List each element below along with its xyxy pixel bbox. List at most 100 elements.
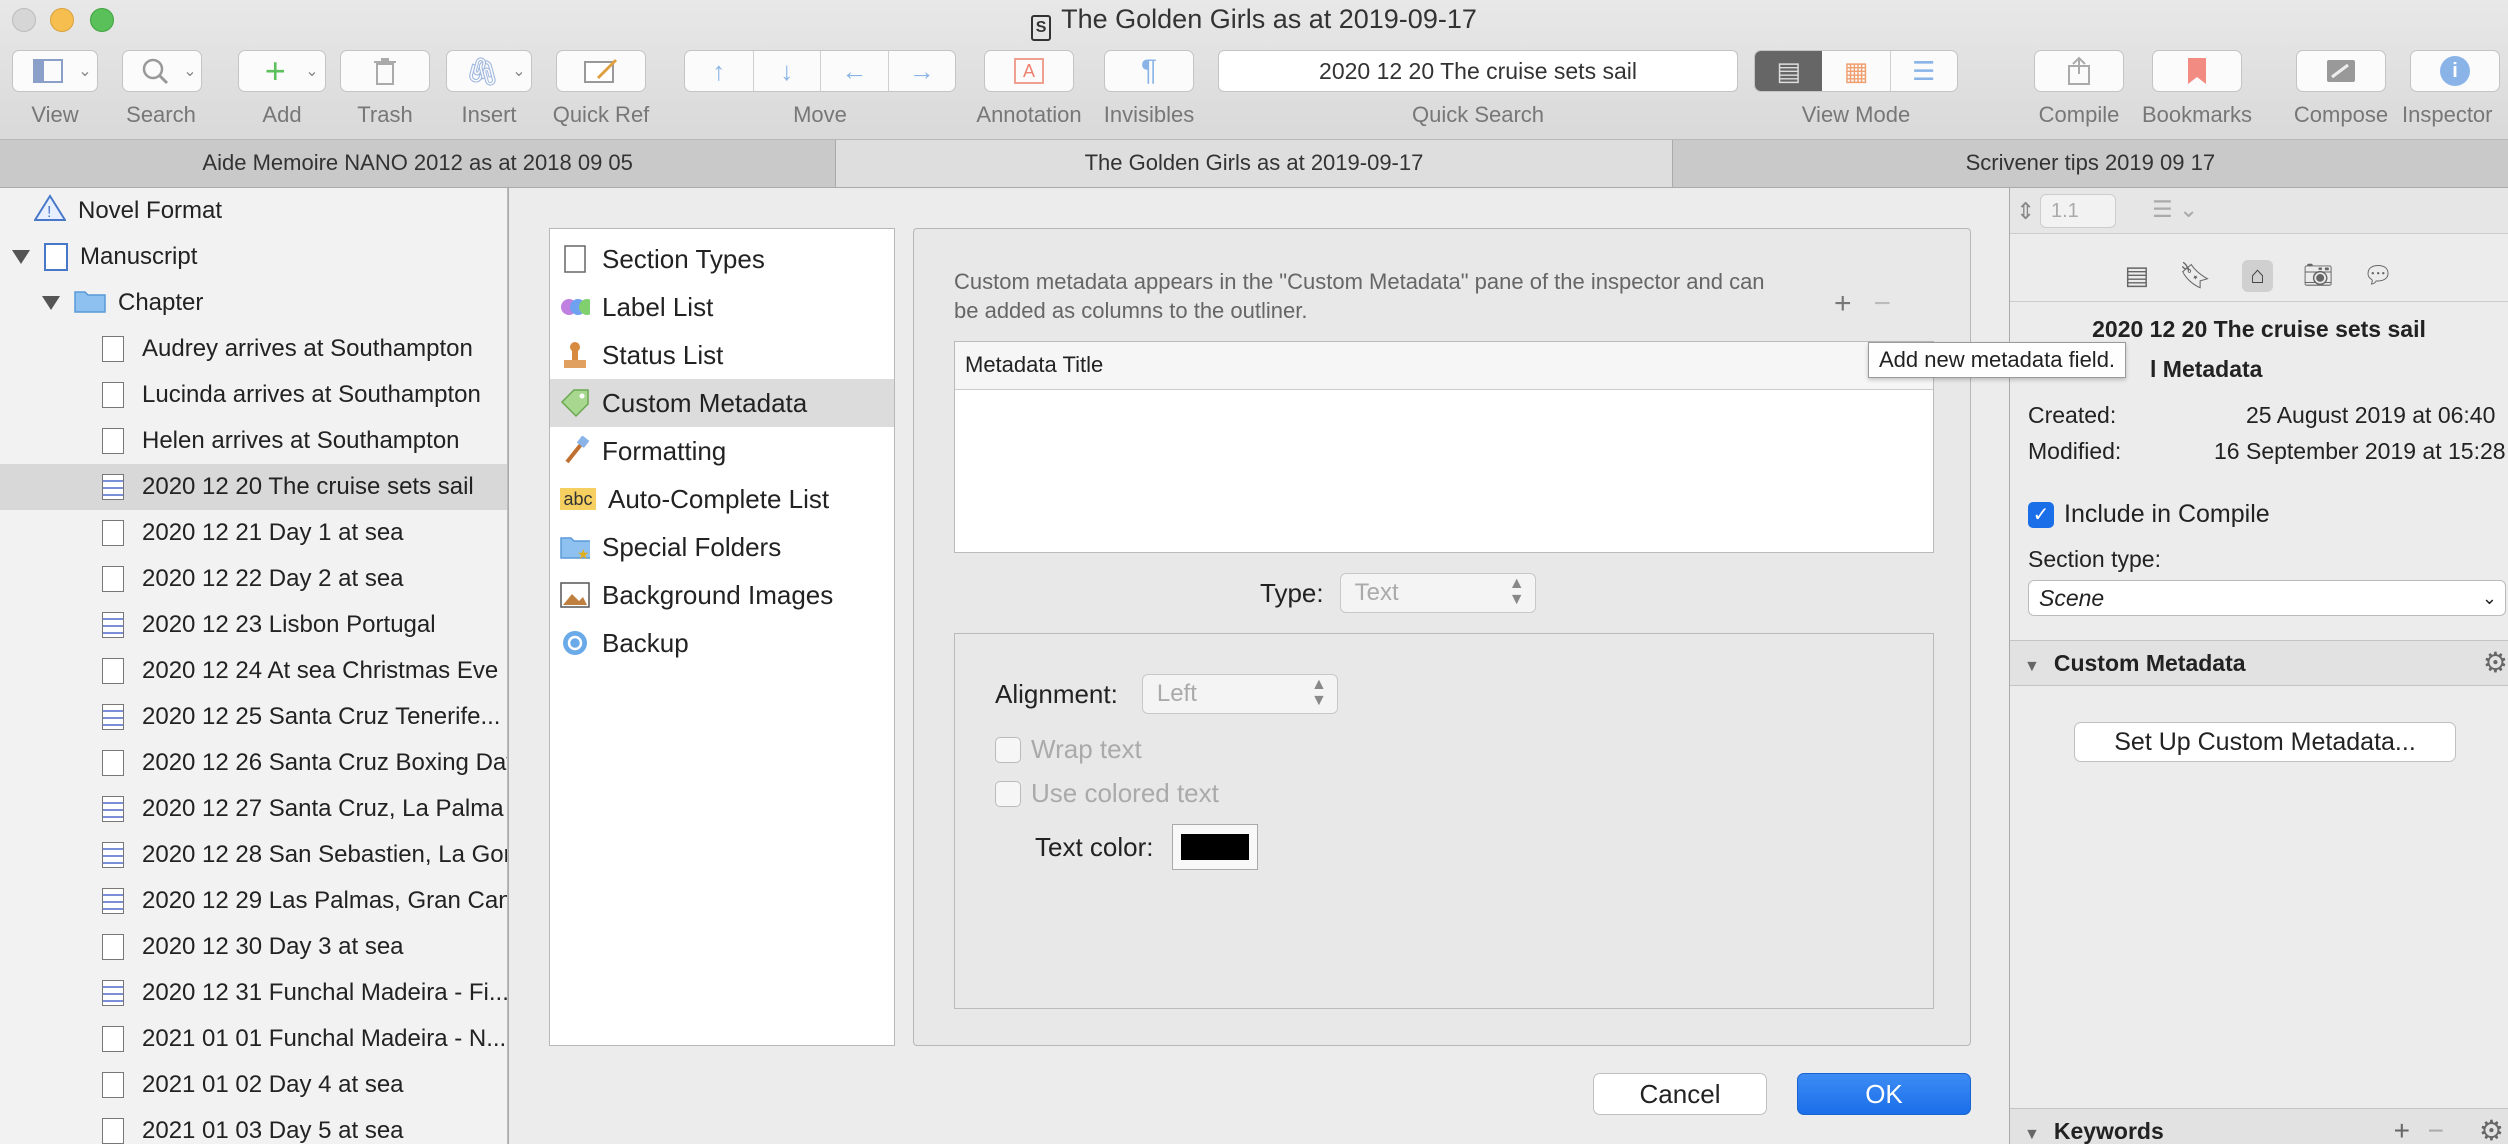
type-select[interactable]: Text ▲ ▼ <box>1339 573 1536 613</box>
view-layout-icon <box>18 51 78 91</box>
binder-item-document[interactable]: Helen arrives at Southampton <box>0 418 507 464</box>
metadata-title-column-header[interactable]: Metadata Title <box>955 342 1933 390</box>
tab-aide-memoire[interactable]: Aide Memoire NANO 2012 as at 2018 09 05 <box>0 140 837 187</box>
binder-item-document[interactable]: 2020 12 22 Day 2 at sea <box>0 556 507 602</box>
move-left-button[interactable]: ← <box>820 51 888 91</box>
metadata-tag-icon[interactable]: ⌂ <box>2242 259 2273 292</box>
text-document-icon <box>102 980 124 1006</box>
list-format-button[interactable]: ☰ ⌄ <box>2152 196 2198 223</box>
category-custom-metadata[interactable]: Custom Metadata <box>550 379 894 427</box>
share-icon <box>2067 51 2091 91</box>
category-status-list[interactable]: Status List <box>550 331 894 379</box>
move-right-button[interactable]: → <box>887 51 956 91</box>
compile-button[interactable] <box>2034 50 2124 92</box>
snapshot-camera-icon[interactable]: 📷︎ <box>2303 261 2333 290</box>
binder-item-document[interactable]: 2020 12 27 Santa Cruz, La Palma <box>0 786 507 832</box>
disclosure-triangle-icon[interactable]: ▼ <box>2024 658 2040 675</box>
metadata-description: Custom metadata appears in the "Custom M… <box>954 269 1765 323</box>
binder-item-document[interactable]: 2020 12 24 At sea Christmas Eve <box>0 648 507 694</box>
binder-item-document[interactable]: 2021 01 02 Day 4 at sea <box>0 1062 507 1108</box>
binder-item-document[interactable]: 2021 01 03 Day 5 at sea <box>0 1108 507 1144</box>
use-colored-text-checkbox[interactable] <box>995 780 1021 807</box>
inspector-button[interactable]: i <box>2410 50 2500 92</box>
notes-icon[interactable]: ▤ <box>2124 260 2149 291</box>
add-keyword-button[interactable]: + <box>2394 1109 2410 1144</box>
add-field-tooltip: Add new metadata field. <box>1868 342 2127 378</box>
category-section-types[interactable]: Section Types <box>550 235 894 283</box>
compose-button[interactable] <box>2296 50 2386 92</box>
binder-item-document[interactable]: 2021 01 01 Funchal Madeira - N... <box>0 1016 507 1062</box>
comments-icon[interactable]: 💬︎ <box>2363 261 2393 290</box>
binder-item-document[interactable]: 2020 12 23 Lisbon Portugal <box>0 602 507 648</box>
binder-item-document[interactable]: 2020 12 21 Day 1 at sea <box>0 510 507 556</box>
binder-item-document[interactable]: Lucinda arrives at Southampton <box>0 372 507 418</box>
quick-ref-button[interactable] <box>556 50 646 92</box>
binder-item-document[interactable]: 2020 12 26 Santa Cruz Boxing Day <box>0 740 507 786</box>
binder-item-label: 2020 12 23 Lisbon Portugal <box>142 611 436 638</box>
quick-search-field[interactable]: 2020 12 20 The cruise sets sail <box>1218 50 1738 92</box>
remove-keyword-button[interactable]: − <box>2428 1109 2444 1144</box>
tab-scrivener-tips[interactable]: Scrivener tips 2019 09 17 <box>1673 140 2508 187</box>
stamp-icon <box>560 340 590 370</box>
binder-item-document[interactable]: 2020 12 28 San Sebastien, La Gomera <box>0 832 507 878</box>
trash-button[interactable] <box>340 50 430 92</box>
binder-item-document[interactable]: 2020 12 25 Santa Cruz Tenerife... <box>0 694 507 740</box>
metadata-fields-table[interactable]: Metadata Title <box>954 341 1934 553</box>
include-in-compile-row: ✓ Include in Compile <box>2028 500 2270 529</box>
corkboard-mode-button[interactable]: ▦ <box>1822 51 1889 91</box>
gear-icon[interactable]: ⚙ <box>2479 1109 2504 1144</box>
category-background-images[interactable]: Background Images <box>550 571 894 619</box>
category-formatting[interactable]: Formatting <box>550 427 894 475</box>
move-down-button[interactable]: ↓ <box>752 51 821 91</box>
tab-golden-girls[interactable]: The Golden Girls as at 2019-09-17 <box>836 140 1673 187</box>
section-type-select[interactable]: Scene ⌄ <box>2028 580 2506 616</box>
binder-item-document[interactable]: Audrey arrives at Southampton <box>0 326 507 372</box>
remove-metadata-button[interactable]: − <box>1874 287 1892 320</box>
bookmark-icon[interactable]: 🔖︎ <box>2179 260 2212 291</box>
add-metadata-button[interactable]: + <box>1834 287 1852 320</box>
keywords-header[interactable]: ▼ Keywords + − ⚙ <box>2010 1108 2508 1144</box>
gear-icon[interactable]: ⚙ <box>2483 641 2508 685</box>
cancel-button[interactable]: Cancel <box>1593 1073 1767 1115</box>
text-document-icon <box>102 842 124 868</box>
category-label-list[interactable]: Label List <box>550 283 894 331</box>
disclosure-triangle-icon[interactable]: ▼ <box>2024 1126 2040 1143</box>
binder-item-document[interactable]: 2020 12 31 Funchal Madeira - Fi... <box>0 970 508 1016</box>
category-auto-complete-list[interactable]: abc Auto-Complete List <box>550 475 894 523</box>
binder-item-chapter[interactable]: Chapter <box>0 280 507 326</box>
wrap-text-checkbox[interactable] <box>995 736 1021 763</box>
search-button[interactable]: ⌄ <box>122 50 202 92</box>
alignment-select[interactable]: Left ▲ ▼ <box>1141 674 1338 714</box>
insert-button[interactable]: 🖇 ⌄ <box>446 50 532 92</box>
pilcrow-icon: ¶ <box>1140 54 1158 87</box>
custom-metadata-header[interactable]: ▼ Custom Metadata ⚙ <box>2010 640 2508 686</box>
line-spacing-select[interactable]: 1.1 <box>2040 194 2116 228</box>
binder-item-label: 2020 12 31 Funchal Madeira - Fi... <box>142 979 508 1006</box>
binder-item-novel-format[interactable]: ! Novel Format <box>0 188 507 234</box>
binder-item-label: 2020 12 25 Santa Cruz Tenerife... <box>142 703 501 730</box>
view-button[interactable]: ⌄ <box>12 50 98 92</box>
set-up-custom-metadata-button[interactable]: Set Up Custom Metadata... <box>2074 722 2456 762</box>
binder-item-document-selected[interactable]: 2020 12 20 The cruise sets sail <box>0 464 507 510</box>
ok-button[interactable]: OK <box>1797 1073 1971 1115</box>
line-spacing-value: 1.1 <box>2051 200 2079 222</box>
invisibles-button[interactable]: ¶ <box>1104 50 1194 92</box>
annotation-button[interactable]: A <box>984 50 1074 92</box>
bookmarks-button[interactable] <box>2152 50 2242 92</box>
move-up-button[interactable]: ↑ <box>685 51 753 91</box>
disclosure-triangle-icon[interactable] <box>12 250 30 264</box>
window-title-text: The Golden Girls as at 2019-09-17 <box>1061 4 1477 34</box>
special-folder-icon: ★ <box>560 532 590 562</box>
disclosure-triangle-icon[interactable] <box>42 296 60 310</box>
binder-item-manuscript[interactable]: Manuscript <box>0 234 507 280</box>
category-special-folders[interactable]: ★ Special Folders <box>550 523 894 571</box>
binder-item-document[interactable]: 2020 12 29 Las Palmas, Gran Canaria <box>0 878 507 924</box>
include-in-compile-checkbox[interactable]: ✓ <box>2028 501 2054 528</box>
outliner-mode-button[interactable]: ☰ <box>1889 51 1957 91</box>
category-backup[interactable]: Backup <box>550 619 894 667</box>
scrivenings-mode-button[interactable]: ▤ <box>1755 51 1823 91</box>
binder-item-document[interactable]: 2020 12 30 Day 3 at sea <box>0 924 507 970</box>
text-color-well[interactable] <box>1171 824 1258 870</box>
binder-item-label: 2021 01 01 Funchal Madeira - N... <box>142 1025 507 1052</box>
add-button[interactable]: + ⌄ <box>238 50 326 92</box>
